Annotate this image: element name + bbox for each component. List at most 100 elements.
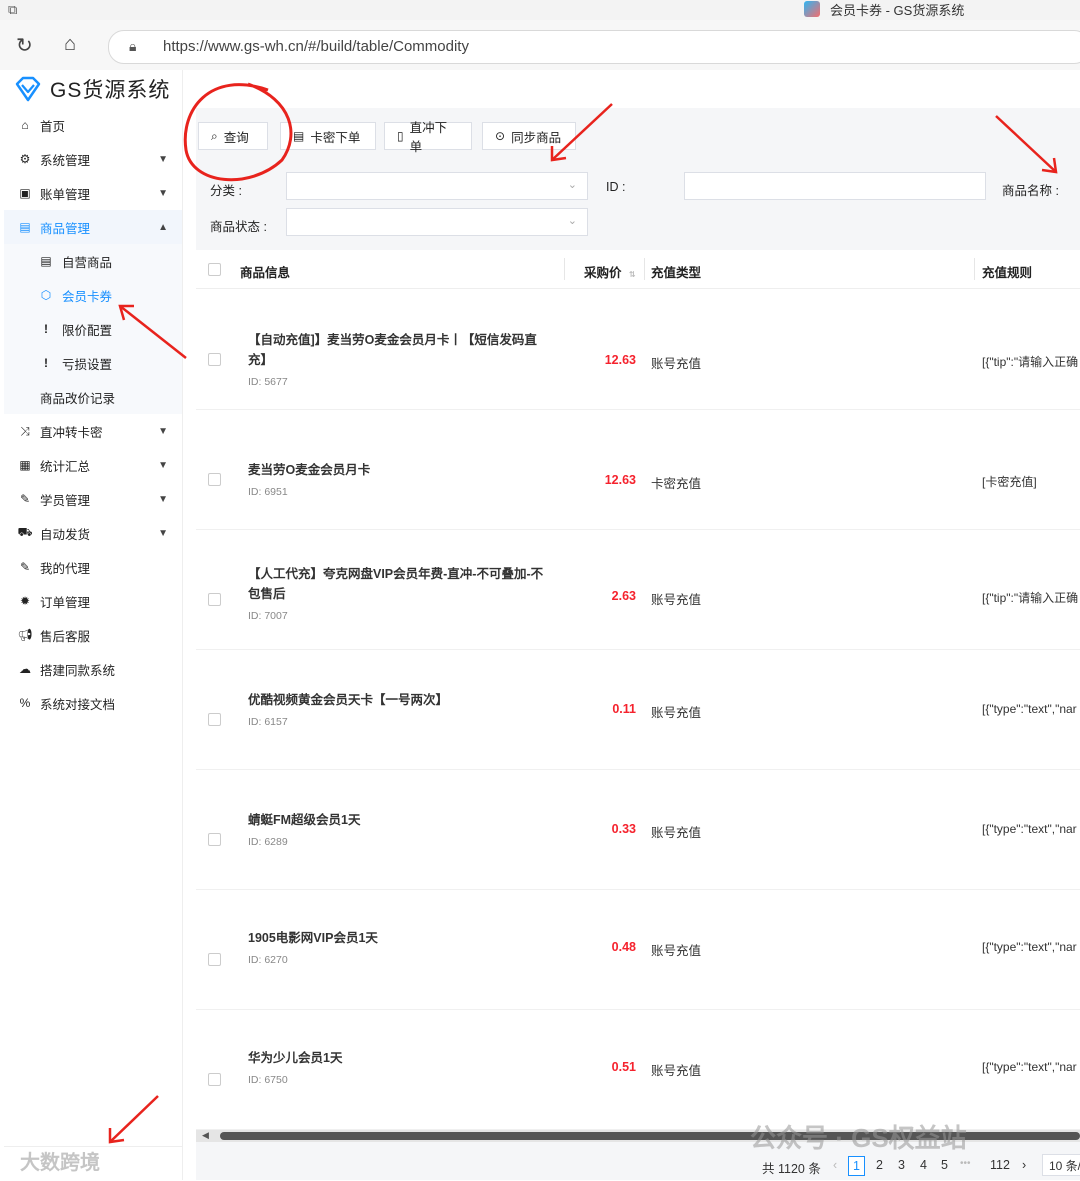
row-checkbox[interactable] — [208, 593, 221, 606]
row-checkbox[interactable] — [208, 473, 221, 486]
sidebar-subitem-own-products[interactable]: ▤ 自营商品 — [4, 244, 182, 278]
lock-icon[interactable]: 🔒︎ — [129, 38, 136, 55]
row-checkbox[interactable] — [208, 833, 221, 846]
product-id: ID: 6750 — [248, 1074, 288, 1086]
scroll-left-icon[interactable]: ◀ — [202, 1130, 209, 1141]
watermark-right: 公众号 · GS权益站 — [750, 1123, 967, 1153]
sidebar-item-bills[interactable]: ▣ 账单管理 ▼ — [4, 176, 182, 210]
table-row[interactable]: 【人工代充】夸克网盘VIP会员年费-直冲-不可叠加-不包售后 ID: 7007 … — [196, 530, 1080, 650]
sidebar-item-home[interactable]: ⌂ 首页 — [4, 108, 182, 142]
exclamation-icon: ! — [44, 322, 48, 336]
sidebar-item-products[interactable]: ▤ 商品管理 ▲ — [4, 210, 182, 244]
sidebar-item-auto-delivery[interactable]: ⛟ 自动发货 ▼ — [4, 516, 182, 550]
row-checkbox[interactable] — [208, 1073, 221, 1086]
category-select[interactable]: ⌄ — [286, 172, 588, 200]
row-checkbox[interactable] — [208, 713, 221, 726]
column-divider — [974, 258, 975, 280]
page-ellipsis[interactable]: ••• — [960, 1158, 971, 1169]
recharge-type: 卡密充值 — [651, 477, 702, 491]
table-row[interactable]: 华为少儿会员1天 ID: 6750 0.51 账号充值 [{"type":"te… — [196, 1010, 1080, 1130]
header-product-info: 商品信息 — [240, 266, 291, 280]
main-content: ⌕ 查询 ▤ 卡密下单 ▯ 直冲下单 ⊙ 同步商品 分类 : ⌄ ID : 商品… — [196, 108, 1080, 1180]
next-page-icon[interactable]: › — [1022, 1158, 1026, 1172]
tab-actions-icon[interactable]: ⧉ — [8, 2, 17, 18]
table-row[interactable]: 优酷视频黄金会员天卡【一号两次】 ID: 6157 0.11 账号充值 [{"t… — [196, 650, 1080, 770]
sidebar-item-api-docs[interactable]: % 系统对接文档 — [4, 686, 182, 720]
chevron-down-icon: ▼ — [158, 459, 168, 471]
recharge-type: 账号充值 — [651, 1064, 702, 1078]
sidebar-item-label: 订单管理 — [40, 595, 91, 610]
address-bar[interactable]: 🔒︎ https://www.gs-wh.cn/#/build/table/Co… — [108, 30, 1080, 64]
sidebar-subitem-price-limit[interactable]: ! 限价配置 — [4, 312, 182, 346]
sync-products-button[interactable]: ⊙ 同步商品 — [482, 122, 576, 150]
browser-tab[interactable]: 会员卡券 - GS货源系统 — [804, 0, 964, 18]
window-titlebar: ⧉ 会员卡券 - GS货源系统 — [0, 0, 1080, 20]
recharge-rule: [{"type":"text","nar — [982, 940, 1077, 954]
recharge-rule: [{"type":"text","nar — [982, 1060, 1077, 1074]
sidebar-item-label: 学员管理 — [40, 493, 91, 508]
reload-icon[interactable]: ↻ — [16, 33, 33, 58]
mobile-icon: ▯ — [397, 129, 404, 143]
product-name: 麦当劳O麦金会员月卡 — [248, 463, 371, 477]
sidebar-item-label: 系统管理 — [40, 153, 91, 168]
page-3[interactable]: 3 — [898, 1158, 905, 1172]
logo[interactable]: GS货源系统 — [14, 72, 170, 106]
sidebar-item-label: 商品管理 — [40, 221, 91, 236]
product-name-label: 商品名称 : — [1002, 184, 1059, 198]
id-input[interactable] — [684, 172, 986, 200]
sidebar-item-system[interactable]: ⚙ 系统管理 ▼ — [4, 142, 182, 176]
card-order-button[interactable]: ▤ 卡密下单 — [280, 122, 376, 150]
header-purchase-price[interactable]: 采购价 ⇅ — [584, 262, 636, 281]
sidebar-item-statistics[interactable]: ▦ 统计汇总 ▼ — [4, 448, 182, 482]
pen-icon: ✎ — [19, 492, 31, 506]
product-name: 【自动充值]】麦当劳O麦金会员月卡丨【短信发码直充】 — [248, 333, 537, 367]
purchase-price: 0.51 — [611, 1060, 636, 1074]
select-all-checkbox[interactable] — [208, 263, 221, 276]
tab-title: 会员卡券 - GS货源系统 — [830, 2, 965, 18]
row-checkbox[interactable] — [208, 353, 221, 366]
sidebar-subitem-loss-settings[interactable]: ! 亏损设置 — [4, 346, 182, 380]
logo-diamond-icon — [15, 76, 41, 102]
recharge-rule: [{"tip":"请输入正确 — [982, 591, 1079, 605]
page-size-select[interactable]: 10 条/ — [1042, 1154, 1080, 1176]
direct-order-button[interactable]: ▯ 直冲下单 — [384, 121, 472, 154]
product-name: 蜻蜓FM超级会员1天 — [248, 813, 361, 827]
chevron-down-icon: ▼ — [158, 527, 168, 539]
product-id: ID: 5677 — [248, 376, 288, 388]
prev-page-icon[interactable]: ‹ — [833, 1158, 837, 1172]
sidebar-subitem-member-cards[interactable]: ⬡ 会员卡券 — [4, 278, 182, 312]
page-2[interactable]: 2 — [876, 1158, 883, 1172]
page-5[interactable]: 5 — [941, 1158, 948, 1172]
id-label: ID : — [606, 180, 626, 194]
page-1[interactable]: 1 — [848, 1156, 865, 1176]
sidebar-item-after-sales[interactable]: 📢︎ 售后客服 — [4, 618, 182, 652]
card-order-button-label: 卡密下单 — [310, 130, 361, 145]
purchase-price: 0.33 — [611, 822, 636, 836]
query-button[interactable]: ⌕ 查询 — [198, 122, 268, 150]
product-id: ID: 6289 — [248, 836, 288, 848]
sidebar-item-build-system[interactable]: ☁ 搭建同款系统 — [4, 652, 182, 686]
table-row[interactable]: 蜻蜓FM超级会员1天 ID: 6289 0.33 账号充值 [{"type":"… — [196, 770, 1080, 890]
row-checkbox[interactable] — [208, 953, 221, 966]
sidebar-item-orders[interactable]: ✹ 订单管理 — [4, 584, 182, 618]
sidebar-item-my-agents[interactable]: ✎ 我的代理 — [4, 550, 182, 584]
cloud-icon: ☁ — [19, 662, 31, 676]
table-row[interactable]: 【自动充值]】麦当劳O麦金会员月卡丨【短信发码直充】 ID: 5677 12.6… — [196, 290, 1080, 410]
page-4[interactable]: 4 — [920, 1158, 927, 1172]
sort-icon[interactable]: ⇅ — [629, 270, 636, 279]
purchase-price: 12.63 — [604, 473, 636, 487]
table-row[interactable]: 麦当劳O麦金会员月卡 ID: 6951 12.63 卡密充值 [卡密充值] — [196, 410, 1080, 530]
header-recharge-type: 充值类型 — [651, 266, 702, 280]
sidebar-item-direct-to-card[interactable]: ⤨ 直冲转卡密 ▼ — [4, 414, 182, 448]
table-row[interactable]: 1905电影网VIP会员1天 ID: 6270 0.48 账号充值 [{"typ… — [196, 890, 1080, 1010]
status-select[interactable]: ⌄ — [286, 208, 588, 236]
url-text[interactable]: https://www.gs-wh.cn/#/build/table/Commo… — [163, 38, 469, 55]
column-divider — [564, 258, 565, 280]
page-last[interactable]: 112 — [990, 1158, 1010, 1172]
megaphone-icon: 📢︎ — [17, 628, 33, 642]
recharge-type: 账号充值 — [651, 593, 702, 607]
sidebar-item-students[interactable]: ✎ 学员管理 ▼ — [4, 482, 182, 516]
home-icon[interactable]: ⌂ — [64, 33, 76, 56]
sidebar-subitem-price-history[interactable]: 商品改价记录 — [4, 380, 182, 414]
gears-icon: ⚙ — [19, 152, 31, 166]
